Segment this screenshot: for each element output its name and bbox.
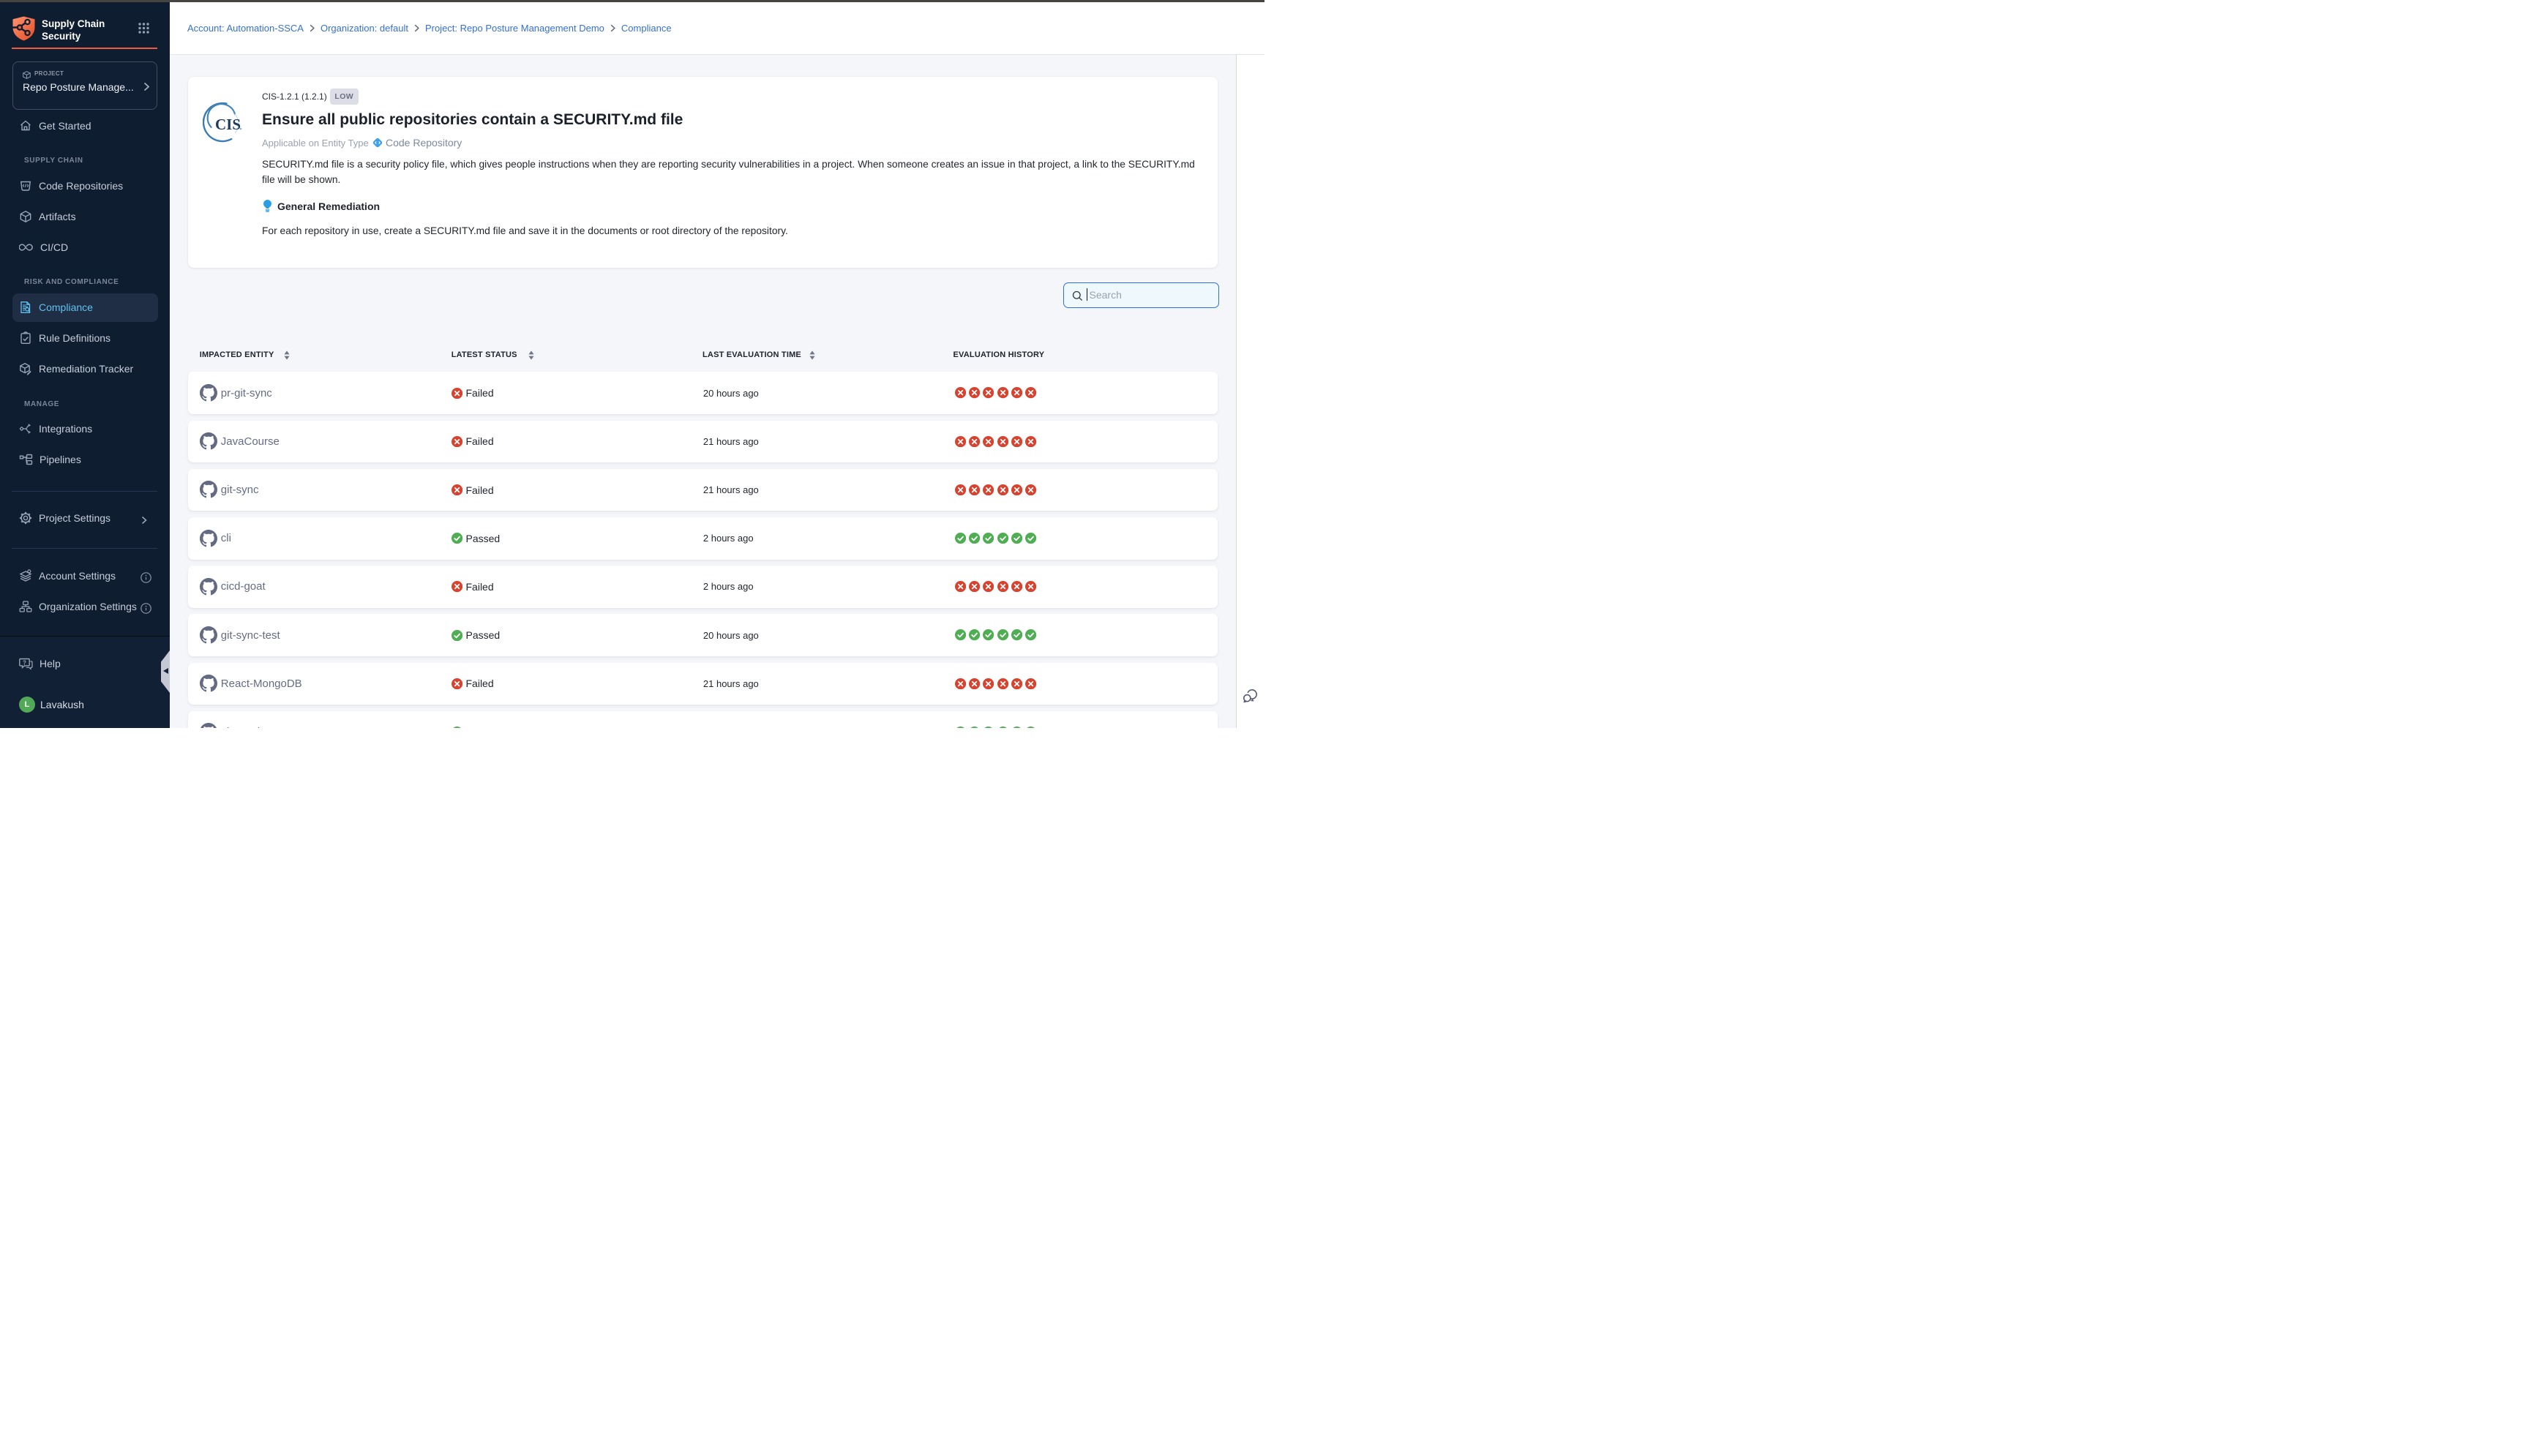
svg-text:CIS: CIS (215, 116, 241, 133)
svg-text:?: ? (23, 659, 26, 666)
